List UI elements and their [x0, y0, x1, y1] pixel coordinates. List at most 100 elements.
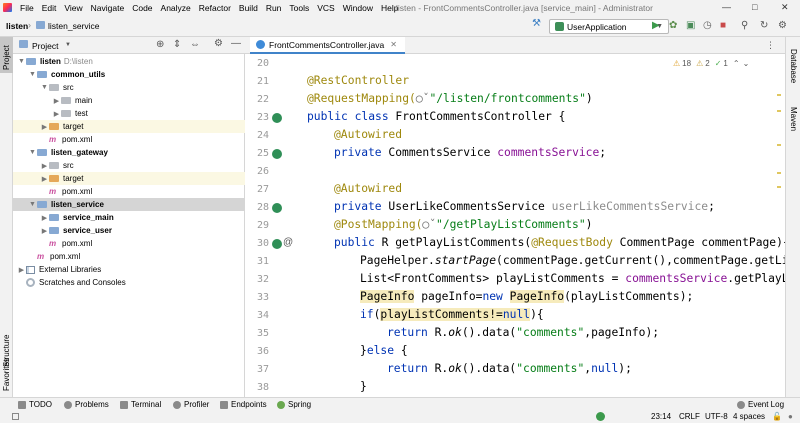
- tree-row-pom[interactable]: m pom.xml: [13, 237, 245, 250]
- tree-row-target[interactable]: ▶ target: [13, 120, 245, 133]
- project-tool-tab[interactable]: Project: [2, 45, 11, 70]
- menu-run[interactable]: Run: [262, 3, 286, 13]
- profile-icon[interactable]: ◷: [703, 20, 712, 32]
- tree-row-main[interactable]: ▶ main: [13, 94, 245, 107]
- tree-row-listen[interactable]: ▼ listen D:\listen: [13, 55, 245, 68]
- todo-tool-button[interactable]: TODO: [18, 400, 52, 409]
- maven-file-icon: m: [49, 239, 57, 248]
- tree-label: src: [63, 83, 74, 92]
- bottom-tool-bar: TODO Problems Terminal Profiler Endpoint…: [0, 397, 800, 411]
- favorites-tool-tab[interactable]: Favorites: [2, 358, 11, 391]
- autowired-gutter-icon[interactable]: [272, 203, 282, 213]
- tree-row-src[interactable]: ▶ src: [13, 159, 245, 172]
- chevron-down-icon[interactable]: ▼: [65, 42, 71, 48]
- inspection-widget[interactable]: ⚠ 18 ⚠ 2 ✓ 1 ⌃ ⌄: [673, 59, 750, 68]
- menu-view[interactable]: View: [60, 3, 86, 13]
- chevron-down-icon[interactable]: ⌄: [743, 59, 750, 68]
- profiler-tool-button[interactable]: Profiler: [173, 400, 209, 409]
- gear-icon[interactable]: ⚙: [214, 38, 223, 49]
- breadcrumb-module[interactable]: listen_service: [48, 21, 100, 31]
- coverage-icon[interactable]: ▣: [686, 20, 695, 32]
- minimize-icon[interactable]: —: [722, 2, 731, 12]
- menu-tools[interactable]: Tools: [285, 3, 313, 13]
- breadcrumb-root[interactable]: listen: [6, 21, 28, 31]
- expand-all-icon[interactable]: ⇕: [173, 39, 181, 50]
- search-everywhere-icon[interactable]: ⚲: [741, 20, 748, 32]
- tree-row-common-utils[interactable]: ▼ common_utils: [13, 68, 245, 81]
- maven-tool-tab[interactable]: Maven: [789, 107, 798, 131]
- problems-tool-button[interactable]: Problems: [64, 400, 109, 409]
- tree-row-test[interactable]: ▶ test: [13, 107, 245, 120]
- indent-setting[interactable]: 4 spaces: [733, 412, 765, 421]
- tree-row-target[interactable]: ▶ target: [13, 172, 245, 185]
- update-icon[interactable]: ↻: [760, 20, 768, 32]
- code-editor[interactable]: @RestController @RequestMapping(◯ˇ"/list…: [295, 54, 785, 397]
- maximize-icon[interactable]: □: [752, 2, 757, 12]
- tool-windows-icon[interactable]: [12, 413, 19, 420]
- tree-row-service-main[interactable]: ▶ service_main: [13, 211, 245, 224]
- run-configuration-select[interactable]: UserApplication ▼: [549, 19, 669, 34]
- tree-row-listen-service[interactable]: ▼ listen_service: [13, 198, 245, 211]
- module-folder-icon: [36, 21, 45, 29]
- globe-icon[interactable]: ◯ˇ: [422, 218, 436, 231]
- hide-panel-icon[interactable]: —: [231, 38, 241, 49]
- tree-row-external-libraries[interactable]: ▶ External Libraries: [13, 263, 245, 276]
- code-line-21: @RestController: [307, 72, 409, 90]
- tree-row-pom[interactable]: m pom.xml: [13, 185, 245, 198]
- maven-file-icon: m: [49, 187, 57, 196]
- menu-navigate[interactable]: Navigate: [87, 3, 129, 13]
- menu-refactor[interactable]: Refactor: [195, 3, 235, 13]
- close-tab-icon[interactable]: ✕: [390, 40, 397, 49]
- code-line-37: return R.ok().data("comments",null);: [387, 360, 632, 378]
- line-number: 33: [256, 292, 269, 303]
- bean-gutter-icon[interactable]: [272, 113, 282, 123]
- menu-code[interactable]: Code: [128, 3, 156, 13]
- database-tool-tab[interactable]: Database: [789, 49, 798, 83]
- menu-window[interactable]: Window: [339, 3, 377, 13]
- build-hammer-icon[interactable]: ⚒: [532, 18, 541, 29]
- line-separator[interactable]: CRLF: [679, 412, 700, 421]
- menu-build[interactable]: Build: [235, 3, 262, 13]
- menu-file[interactable]: File: [16, 3, 38, 13]
- web-endpoint-gutter-icon[interactable]: [272, 239, 282, 249]
- close-icon[interactable]: ✕: [781, 2, 789, 13]
- code-token: @PostMapping(: [334, 218, 423, 231]
- collapse-all-icon[interactable]: ⇔: [190, 39, 200, 50]
- tree-row-src[interactable]: ▼ src: [13, 81, 245, 94]
- project-panel-title[interactable]: Project: [32, 41, 58, 51]
- debug-icon[interactable]: ✿: [669, 20, 677, 32]
- globe-icon[interactable]: ◯ˇ: [416, 92, 430, 105]
- tree-path-hint: D:\listen: [63, 57, 93, 66]
- hector-icon[interactable]: ●: [788, 412, 793, 421]
- background-task-icon[interactable]: [596, 412, 605, 421]
- tree-label: listen_service: [51, 200, 104, 209]
- tree-row-listen-gateway[interactable]: ▼ listen_gateway: [13, 146, 245, 159]
- tree-row-scratches[interactable]: Scratches and Consoles: [13, 276, 245, 289]
- spring-label: Spring: [288, 400, 312, 409]
- tree-row-service-user[interactable]: ▶ service_user: [13, 224, 245, 237]
- more-tabs-icon[interactable]: ⋮: [766, 40, 775, 51]
- settings-icon[interactable]: ⚙: [778, 20, 787, 32]
- tree-row-pom[interactable]: m pom.xml: [13, 133, 245, 146]
- spring-tool-button[interactable]: Spring: [277, 400, 311, 409]
- endpoints-tool-button[interactable]: Endpoints: [220, 400, 267, 409]
- chevron-up-icon[interactable]: ⌃: [733, 59, 740, 68]
- menu-analyze[interactable]: Analyze: [157, 3, 195, 13]
- terminal-tool-button[interactable]: Terminal: [120, 400, 161, 409]
- caret-position[interactable]: 23:14: [651, 412, 671, 421]
- locate-file-icon[interactable]: ⊕: [156, 39, 164, 50]
- event-log-button[interactable]: Event Log: [737, 400, 784, 409]
- lock-icon[interactable]: 🔓: [772, 412, 782, 421]
- tree-row-pom[interactable]: m pom.xml: [13, 250, 245, 263]
- problems-icon: [64, 400, 72, 409]
- annotation-gutter-icon[interactable]: @: [283, 237, 293, 248]
- window-title: listen - FrontCommentsController.java [s…: [396, 3, 653, 13]
- menu-vcs[interactable]: VCS: [313, 3, 338, 13]
- editor-tab-frontcommentscontroller[interactable]: FrontCommentsController.java ✕: [250, 37, 405, 54]
- warning-icon: ⚠: [673, 59, 681, 68]
- run-icon[interactable]: ▶: [652, 20, 660, 32]
- stop-icon[interactable]: ■: [720, 20, 726, 32]
- menu-edit[interactable]: Edit: [38, 3, 61, 13]
- file-encoding[interactable]: UTF-8: [705, 412, 728, 421]
- autowired-gutter-icon[interactable]: [272, 149, 282, 159]
